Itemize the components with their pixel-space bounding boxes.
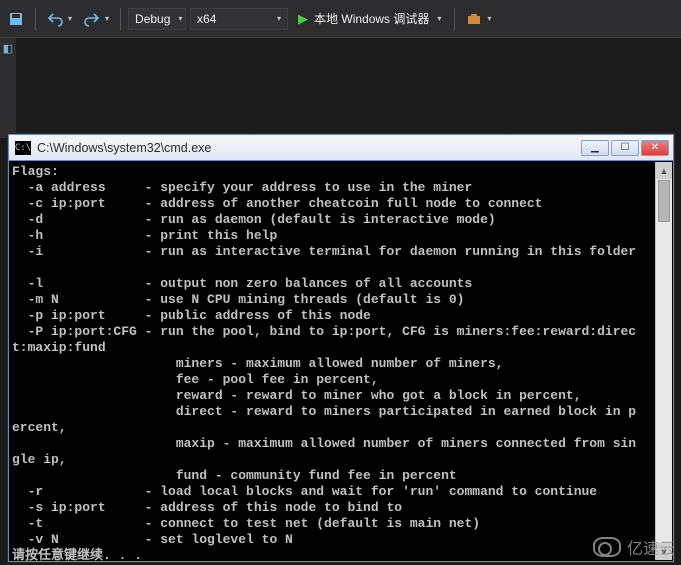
cmd-title: C:\Windows\system32\cmd.exe <box>37 141 211 155</box>
cmd-body: Flags: -a address - specify your address… <box>10 162 672 560</box>
start-debugging-label: 本地 Windows 调试器 <box>314 10 429 27</box>
scroll-up-arrow-icon[interactable]: ▲ <box>656 162 672 179</box>
start-debugging-button[interactable]: ▶ 本地 Windows 调试器 ▾ <box>292 8 447 29</box>
play-icon: ▶ <box>298 11 308 27</box>
cmd-icon: C:\ <box>15 141 31 155</box>
close-button[interactable]: ✕ <box>641 140 669 156</box>
chevron-down-icon: ▾ <box>178 14 182 23</box>
chevron-down-icon: ▾ <box>105 14 109 23</box>
side-tool-icon[interactable]: ◧ <box>0 38 16 58</box>
watermark-text: 亿速云 <box>627 535 675 559</box>
separator <box>454 8 455 30</box>
cmd-titlebar[interactable]: C:\ C:\Windows\system32\cmd.exe ▁ ☐ ✕ <box>9 135 673 161</box>
watermark: 亿速云 <box>593 535 675 559</box>
save-icon[interactable] <box>4 9 28 29</box>
vs-left-gutter: ◧ <box>0 38 16 138</box>
maximize-button[interactable]: ☐ <box>611 140 639 156</box>
cmd-window: C:\ C:\Windows\system32\cmd.exe ▁ ☐ ✕ Fl… <box>8 134 674 562</box>
redo-button[interactable]: ▾ <box>80 9 113 29</box>
solution-config-value: Debug <box>135 12 170 26</box>
solution-platform-value: x64 <box>197 12 216 26</box>
separator <box>35 8 36 30</box>
toolbox-button[interactable]: ▾ <box>462 9 495 29</box>
solution-platform-dropdown[interactable]: x64 ▾ <box>190 8 288 30</box>
chevron-down-icon: ▾ <box>437 14 441 23</box>
chevron-down-icon: ▾ <box>277 14 281 23</box>
scroll-thumb[interactable] <box>658 180 670 222</box>
chevron-down-icon: ▾ <box>68 14 72 23</box>
solution-config-dropdown[interactable]: Debug ▾ <box>128 8 186 30</box>
cmd-output: Flags: -a address - specify your address… <box>10 162 655 560</box>
vs-toolbar: ▾ ▾ Debug ▾ x64 ▾ ▶ 本地 Windows 调试器 ▾ ▾ <box>0 0 681 38</box>
undo-button[interactable]: ▾ <box>43 9 76 29</box>
separator <box>120 8 121 30</box>
cmd-scrollbar[interactable]: ▲ ▼ <box>655 162 672 560</box>
watermark-logo-icon <box>593 537 621 557</box>
minimize-button[interactable]: ▁ <box>581 140 609 156</box>
window-buttons: ▁ ☐ ✕ <box>581 140 669 156</box>
chevron-down-icon: ▾ <box>487 14 491 23</box>
